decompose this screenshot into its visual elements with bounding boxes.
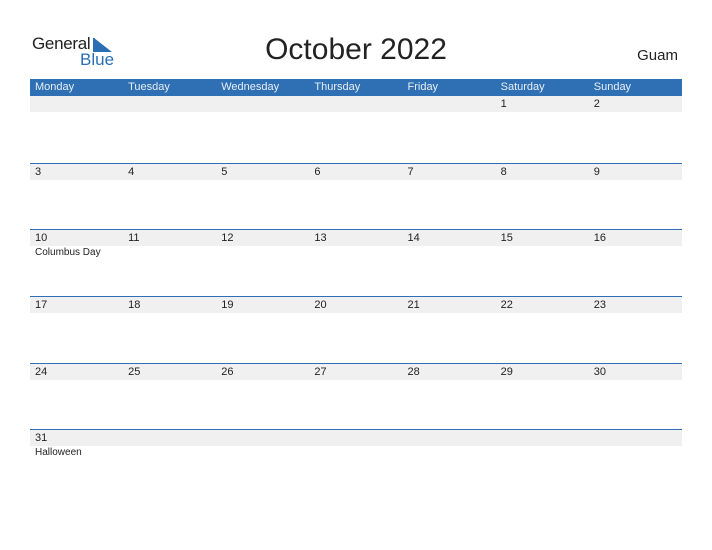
day-cell: 29 [500,365,513,378]
day-cell [216,430,309,446]
date-strip: 31 [30,430,682,447]
day-cell: 1 [500,98,507,110]
day-cell: 3 [35,165,42,178]
day-cell [309,430,402,446]
day-cell: 15 [500,232,513,245]
day-cell: 14 [407,232,420,245]
day-cell: 21 [407,299,420,312]
day-cell: 27 [314,365,327,378]
weekday-friday: Friday [407,81,439,93]
weekday-wednesday: Wednesday [221,81,280,93]
day-cell: 25 [128,365,141,378]
day-cell: 6 [314,165,321,178]
country-label: Guam [637,47,678,64]
day-cell [403,96,496,112]
weekday-header: Monday Tuesday Wednesday Thursday Friday… [30,79,682,96]
calendar-grid: Monday Tuesday Wednesday Thursday Friday… [30,79,682,496]
day-cell: 28 [407,365,420,378]
day-cell: 8 [500,165,507,178]
day-cell [30,96,123,112]
day-cell: 13 [314,232,327,245]
day-cell: 7 [407,165,414,178]
weekday-saturday: Saturday [500,81,545,93]
day-cell: 31 [35,432,48,445]
day-cell: 5 [221,165,228,178]
week-row: 3 4 5 6 7 8 9 [30,162,682,230]
week-row: 17 18 19 20 21 22 23 [30,296,682,363]
date-strip: 3 4 5 6 7 8 9 [30,163,682,180]
week-row: 12 [30,96,682,163]
day-cell [403,430,496,446]
day-cell: 22 [500,299,513,312]
day-cell [123,430,216,446]
date-strip: 10 11 12 13 14 15 16 [30,230,682,247]
day-cell: 24 [35,365,48,378]
week-row: 31 Halloween [30,429,682,496]
day-cell: 10 [35,232,48,245]
day-cell: 2 [593,98,600,110]
day-cell [123,96,216,112]
day-cell [216,96,309,112]
day-cell: 9 [593,165,600,178]
day-cell [309,96,402,112]
day-cell: 26 [221,365,234,378]
day-cell: 11 [128,232,140,245]
day-cell [589,430,682,446]
day-cell: 12 [221,232,234,245]
holiday-label: Halloween [35,447,82,459]
calendar-title: October 2022 [265,33,447,66]
day-cell: 30 [593,365,606,378]
day-cell: 19 [221,299,234,312]
day-cell [496,430,589,446]
date-strip: 12 [30,96,682,112]
weekday-sunday: Sunday [593,81,632,93]
day-cell: 18 [128,299,141,312]
day-cell: 16 [593,232,606,245]
week-row: 10 11 12 13 14 15 16 Columbus Day [30,229,682,296]
date-strip: 24 25 26 27 28 29 30 [30,363,682,380]
date-strip: 17 18 19 20 21 22 23 [30,297,682,314]
weekday-monday: Monday [35,81,75,93]
holiday-label: Columbus Day [35,247,101,259]
day-cell: 23 [593,299,606,312]
weekday-tuesday: Tuesday [128,81,170,93]
week-row: 24 25 26 27 28 29 30 [30,362,682,430]
day-cell: 17 [35,299,48,312]
day-cell: 4 [128,165,135,178]
day-cell: 20 [314,299,327,312]
weekday-thursday: Thursday [314,81,361,93]
